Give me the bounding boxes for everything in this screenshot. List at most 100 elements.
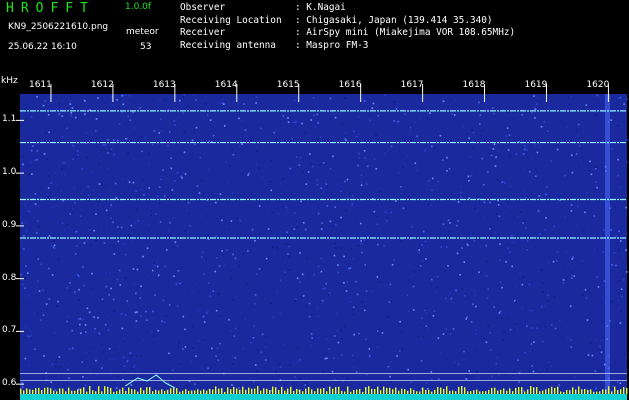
noise-speck [540,125,543,128]
noise-speck [31,173,33,175]
noise-speck [140,136,143,138]
noise-speck [449,292,451,294]
noise-speck [177,346,179,348]
noise-speck [454,361,457,364]
noise-speck [337,271,339,274]
noise-speck [86,307,89,310]
noise-speck [346,377,349,380]
spectrum-bin [101,391,103,394]
noise-speck [318,337,321,339]
noise-speck [365,338,367,341]
noise-speck [468,137,470,139]
spectrum-bin [557,386,559,394]
info-row-antenna: Receiving antenna: Maspro FM-3 [180,39,369,51]
noise-speck [168,131,171,133]
noise-speck [384,94,386,96]
noise-speck [140,314,142,317]
noise-speck [285,206,287,209]
noise-speck [507,149,510,151]
noise-speck [66,224,68,226]
spectrum-bin [356,389,358,394]
noise-speck [595,181,597,183]
noise-speck [501,286,503,289]
spectrum-bin [596,391,598,394]
noise-speck [393,101,396,103]
noise-speck [445,328,447,330]
noise-speck [497,150,499,152]
noise-speck [191,325,194,328]
y-tick-label: 1.1 [2,114,17,125]
noise-speck [166,249,168,251]
spectrum-bin [83,387,85,394]
noise-speck [69,282,71,284]
noise-speck [547,261,550,264]
noise-speck [50,381,52,383]
spectrum-bin [311,389,313,394]
noise-speck [407,368,409,371]
noise-speck [470,174,473,177]
noise-speck [401,348,404,350]
noise-speck [122,242,124,245]
spectrum-bin [398,390,400,394]
noise-speck [45,291,47,294]
noise-speck [48,267,50,270]
noise-speck [467,175,470,178]
noise-speck [236,200,238,202]
noise-speck [278,363,280,366]
date-time: 25.06.22 16:10 [8,42,77,52]
noise-speck [584,289,587,291]
noise-speck [397,171,400,174]
noise-speck [36,232,38,234]
y-tick-label: 0.6 [2,378,17,389]
noise-speck [60,190,63,192]
noise-speck [95,213,97,215]
noise-speck [68,377,70,379]
noise-speck [355,280,357,283]
noise-speck [492,148,495,150]
noise-speck [536,327,538,329]
spectrum-bin [476,389,478,394]
noise-speck [105,184,107,187]
spectrum-bin [230,389,232,394]
noise-speck [154,264,157,267]
spectrum-bin [533,387,535,394]
noise-speck [255,102,257,104]
noise-speck [179,363,181,365]
noise-speck [358,116,360,118]
noise-speck [289,364,292,366]
noise-speck [539,233,541,235]
noise-speck [162,299,165,302]
noise-speck [226,183,229,185]
noise-speck [502,339,505,341]
noise-speck [503,330,505,332]
noise-speck [324,357,327,360]
noise-speck [595,168,597,170]
noise-speck [402,166,404,169]
spectrum-bin [296,388,298,394]
noise-speck [480,272,482,274]
noise-speck [363,305,365,307]
noise-speck [494,165,497,167]
noise-speck [620,240,622,242]
noise-speck [509,154,511,157]
noise-speck [135,292,137,295]
spectrum-bin [86,391,88,394]
noise-speck [526,325,528,327]
noise-speck [509,251,511,253]
spectrum-bin [434,389,436,394]
spectrum-bin [362,391,364,394]
noise-speck [601,296,604,299]
noise-speck [58,375,60,377]
noise-speck [479,114,482,116]
noise-speck [78,275,80,278]
spectrum-bin [377,386,379,394]
noise-speck [626,271,628,273]
noise-speck [34,159,36,161]
noise-speck [48,235,51,237]
noise-speck [247,174,249,176]
noise-speck [293,212,296,214]
noise-speck [202,251,204,254]
noise-speck [194,383,196,386]
noise-speck [381,332,384,334]
spectrum-bin [152,391,154,394]
